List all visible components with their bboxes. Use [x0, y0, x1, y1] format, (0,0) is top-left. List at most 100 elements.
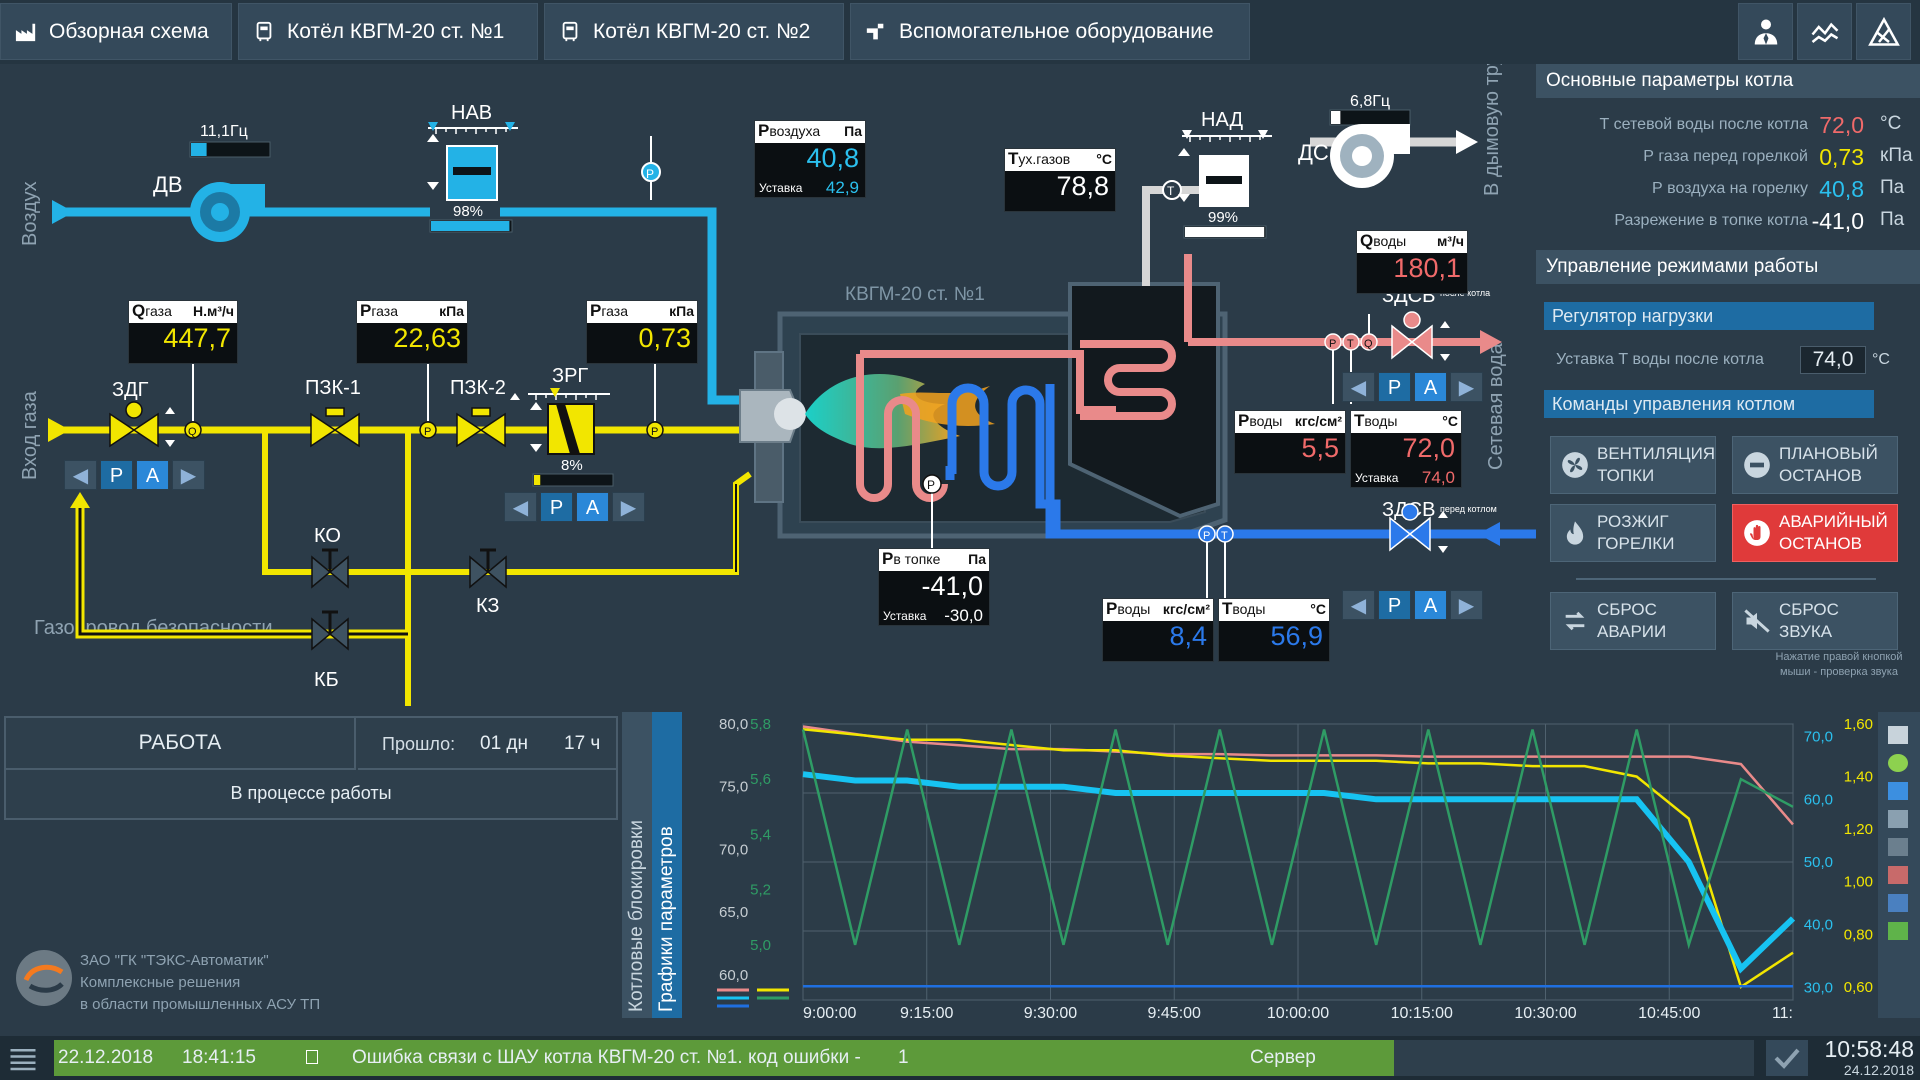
table-tool[interactable] [1888, 838, 1908, 856]
svg-text:P: P [927, 478, 935, 492]
x-tick-label: 9:15:00 [900, 1005, 953, 1020]
y-tick-label-p: 5,2 [750, 882, 771, 899]
acknowledge-button[interactable] [1766, 1040, 1808, 1076]
step-left-button[interactable]: ◀ [504, 492, 537, 522]
tab-label: Котёл КВГМ-20 ст. №1 [287, 19, 505, 43]
tab-boiler-2[interactable]: Котёл КВГМ-20 ст. №2 [544, 3, 844, 60]
alarm-row[interactable]: 22.12.2018 18:41:15 Ошибка связи с ШАУ к… [54, 1040, 1394, 1076]
manual-mode-button[interactable]: Р [100, 460, 133, 490]
manual-mode-button[interactable]: Р [540, 492, 573, 522]
auto-mode-button[interactable]: А [1414, 590, 1447, 620]
tab-overview[interactable]: Обзорная схема [0, 3, 232, 60]
operators-button[interactable] [1738, 3, 1793, 60]
ignite-burner-button[interactable]: РОЗЖИГ ГОРЕЛКИ [1550, 504, 1716, 562]
trend-button[interactable] [1797, 3, 1852, 60]
step-right-button[interactable]: ▶ [172, 460, 205, 490]
valve-zdsv-after[interactable]: ЗДСВ после котла [1382, 285, 1490, 361]
factory-icon [15, 23, 36, 41]
reset-alarm-button[interactable]: СБРОС АВАРИИ [1550, 592, 1716, 650]
mute-sound-button[interactable]: СБРОС ЗВУКА [1732, 592, 1898, 650]
valve-kb[interactable]: КБ [311, 610, 349, 691]
elapsed-hours: 17 ч [564, 733, 601, 754]
zoom-in-tool[interactable] [1888, 726, 1908, 744]
dv-level-bar [191, 143, 207, 156]
gauge-q-gas: Qгаза Н.м³/ч 447,7 [128, 300, 238, 364]
svg-text:КО: КО [314, 525, 341, 547]
step-left-button[interactable]: ◀ [1342, 372, 1375, 402]
manual-mode-button[interactable]: Р [1378, 372, 1411, 402]
param-row-vacuum: Разрежение в топке котла -41,0 Па [1614, 208, 1905, 234]
y-tick-label-a: 70,0 [1804, 729, 1833, 746]
gauge-sub: газа [371, 303, 398, 319]
step-right-button[interactable]: ▶ [1450, 372, 1483, 402]
ds-freq: 6,8Гц [1350, 93, 1390, 110]
gauge-setpoint-label: Уставка [759, 181, 803, 195]
alarm-bar: 22.12.2018 18:41:15 Ошибка связи с ШАУ к… [0, 1036, 1920, 1080]
chimney-arrow [1456, 130, 1478, 154]
auto-mode-button[interactable]: А [1414, 372, 1447, 402]
pan-tool[interactable] [1888, 782, 1908, 800]
y-tick-label-g: 1,40 [1844, 769, 1873, 786]
zrg-position: 8% [561, 457, 583, 474]
y-tick-label-t: 75,0 [719, 779, 748, 796]
tab-auxiliary[interactable]: Вспомогательное оборудование [850, 3, 1250, 60]
step-left-button[interactable]: ◀ [64, 460, 97, 490]
gauge-value: 0,73 [638, 323, 691, 353]
control-group-zdg: ◀ Р А ▶ [64, 460, 205, 490]
y-tick-label-a: 30,0 [1804, 979, 1833, 996]
trend-chart[interactable]: 9:00:00 9:15:00 9:30:00 9:45:00 10:00:00 10:1… [682, 712, 1920, 1020]
nad-label: НАД [1201, 109, 1243, 131]
stop-icon [1744, 452, 1770, 478]
auto-mode-button[interactable]: А [576, 492, 609, 522]
tab-graphs[interactable]: Графики параметров [652, 712, 682, 1018]
fan-dv[interactable]: 11,1Гц ДВ [153, 123, 271, 242]
gauge-name: Р [360, 301, 372, 320]
exhauster-ds[interactable]: 6,8Гц ДС [1298, 93, 1411, 188]
grid-tool[interactable] [1888, 810, 1908, 828]
valve-pzk2[interactable]: ПЗК-2 [450, 377, 520, 448]
svg-text:P: P [646, 167, 654, 181]
pause-tool[interactable] [1888, 894, 1908, 912]
tab-blockings[interactable]: Котловые блокировки [622, 712, 652, 1018]
emergency-stop-button[interactable]: АВАРИЙНЫЙ ОСТАНОВ [1732, 504, 1898, 562]
tab-label: Вспомогательное оборудование [899, 19, 1214, 43]
setpoint-input[interactable]: 74,0 [1800, 346, 1866, 374]
manual-mode-button[interactable]: Р [1378, 590, 1411, 620]
gauge-setpoint-value: 74,0 [1421, 468, 1455, 487]
x-tick-label: 9:30:00 [1024, 1005, 1077, 1020]
valve-kz[interactable]: КЗ [469, 548, 507, 617]
step-right-button[interactable]: ▶ [612, 492, 645, 522]
valve-zdg[interactable]: ЗДГ [109, 379, 175, 448]
damper-nad[interactable]: НАД 99% [1178, 109, 1272, 239]
valve-zrg[interactable]: ЗРГ 8% [528, 365, 614, 487]
reset-arrows-icon [1565, 611, 1585, 631]
export-tool[interactable] [1888, 922, 1908, 940]
svg-text:T: T [1167, 184, 1175, 198]
gauge-name: Q [132, 301, 146, 320]
tab-boiler-1[interactable]: Котёл КВГМ-20 ст. №1 [238, 3, 538, 60]
vent-furnace-button[interactable]: ВЕНТИЛЯЦИЯ ТОПКИ [1550, 436, 1716, 494]
zoom-fit-tool[interactable] [1888, 754, 1908, 772]
alarm-type-icon [306, 1050, 318, 1064]
param-value: 40,8 [1819, 176, 1864, 202]
step-left-button[interactable]: ◀ [1342, 590, 1375, 620]
y-tick-label-p: 5,8 [750, 716, 771, 733]
valve-ko[interactable]: КО [311, 525, 349, 589]
gauge-p-furnace: Рв топке Па -41,0 Уставка -30,0 [878, 548, 990, 626]
alarm-list-button[interactable] [8, 1046, 38, 1072]
step-right-button[interactable]: ▶ [1450, 590, 1483, 620]
valve-zdsv-before[interactable]: ЗДСВ перед котлом [1382, 499, 1497, 553]
tab-label: Котёл КВГМ-20 ст. №2 [593, 19, 811, 43]
gauge-header: Ргаза кПа [587, 301, 697, 323]
y-tick-label-g: 0,60 [1844, 979, 1873, 996]
planned-stop-button[interactable]: ПЛАНОВЫЙ ОСТАНОВ [1732, 436, 1898, 494]
legend-tool[interactable] [1888, 866, 1908, 884]
air-inlet-arrow [52, 200, 74, 224]
alarm-button[interactable] [1856, 3, 1911, 60]
y-tick-label-p: 5,4 [750, 826, 771, 843]
x-tick-label: 10:45:00 [1638, 1005, 1700, 1020]
valve-pzk1[interactable]: ПЗК-1 [305, 377, 361, 448]
commands-title: Команды управления котлом [1544, 390, 1874, 418]
auto-mode-button[interactable]: А [136, 460, 169, 490]
gauge-name: Т [1354, 411, 1365, 430]
